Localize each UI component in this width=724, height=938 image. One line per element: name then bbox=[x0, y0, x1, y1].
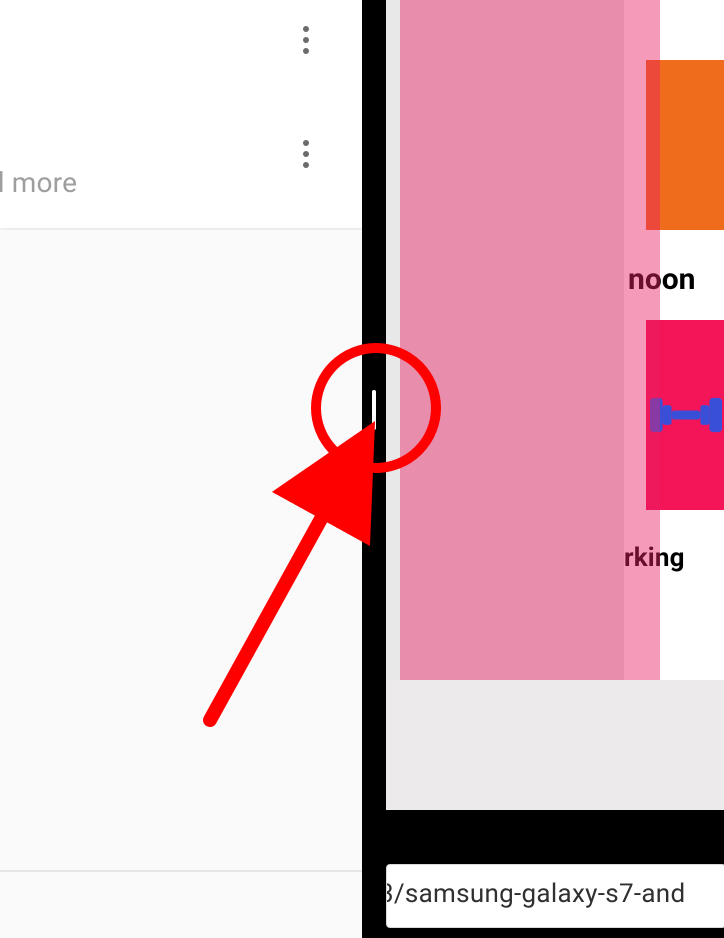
url-text: /03/samsung-galaxy-s7-and bbox=[386, 879, 685, 909]
body-divider bbox=[0, 870, 362, 872]
overflow-menu-search[interactable] bbox=[286, 134, 326, 174]
overflow-menu-top[interactable] bbox=[286, 20, 326, 60]
more-vert-icon bbox=[303, 48, 309, 54]
more-vert-icon bbox=[303, 162, 309, 168]
more-vert-icon bbox=[303, 37, 309, 43]
left-app-body bbox=[0, 230, 362, 938]
bottom-strip bbox=[386, 680, 724, 810]
split-screen-root: s, and more noon bbox=[0, 0, 724, 938]
browser-url-bar[interactable]: /03/samsung-galaxy-s7-and bbox=[386, 864, 724, 928]
more-vert-icon bbox=[303, 151, 309, 157]
split-screen-handle[interactable] bbox=[372, 390, 376, 430]
left-app-pane: s, and more bbox=[0, 0, 362, 938]
search-placeholder: s, and more bbox=[0, 166, 77, 199]
more-vert-icon bbox=[303, 26, 309, 32]
right-app-pane: noon rking /03/sams bbox=[386, 0, 724, 938]
search-bar[interactable]: s, and more bbox=[0, 110, 362, 228]
right-content-frame: noon rking bbox=[386, 0, 724, 810]
left-app-header bbox=[0, 0, 362, 111]
dumbbell-icon bbox=[650, 392, 722, 438]
selection-overlay bbox=[400, 0, 660, 680]
more-vert-icon bbox=[303, 140, 309, 146]
